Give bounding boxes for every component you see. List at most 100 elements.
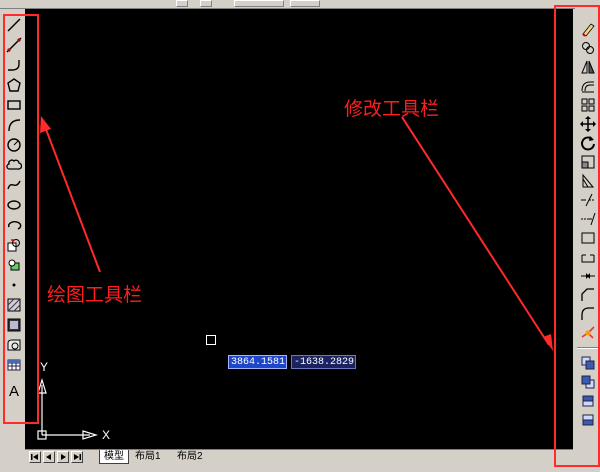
- last-tab-button[interactable]: [71, 451, 83, 463]
- ellipse-arc-icon: [7, 220, 22, 230]
- line-button[interactable]: [5, 16, 23, 34]
- revision-cloud-icon: [6, 159, 22, 170]
- layout-tabs-bar: 模型 布局1 布局2: [25, 449, 573, 465]
- move-button[interactable]: [579, 115, 597, 133]
- chamfer-button[interactable]: [579, 286, 597, 304]
- prev-icon: [46, 454, 51, 460]
- join-icon: [581, 273, 595, 279]
- construction-line-button[interactable]: [5, 36, 23, 54]
- fillet-icon: [581, 307, 594, 320]
- construction-line-icon: [6, 37, 22, 53]
- break-button[interactable]: [579, 248, 597, 266]
- make-block-icon: [8, 259, 20, 271]
- rectangle-icon: [7, 100, 21, 110]
- polygon-button[interactable]: [5, 76, 23, 94]
- arc-icon: [8, 119, 21, 132]
- erase-button[interactable]: [579, 20, 597, 38]
- offset-button[interactable]: [579, 77, 597, 95]
- ucs-x-label: X: [102, 428, 111, 442]
- array-button[interactable]: [579, 96, 597, 114]
- region-icon: [7, 339, 21, 351]
- send-to-back-button[interactable]: [579, 373, 597, 391]
- tab-layout1[interactable]: 布局1: [131, 450, 165, 464]
- toolbar-button[interactable]: [234, 0, 284, 7]
- extend-button[interactable]: [579, 210, 597, 228]
- break-at-point-button[interactable]: [579, 229, 597, 247]
- copy-button[interactable]: [579, 39, 597, 57]
- stretch-button[interactable]: [579, 172, 597, 190]
- trim-icon: [581, 193, 595, 207]
- insert-block-icon: [7, 239, 20, 252]
- draw-toolbar-annotation: 绘图工具栏: [47, 284, 143, 306]
- region-button[interactable]: [5, 336, 23, 354]
- array-icon: [581, 98, 595, 112]
- dynamic-input-x-field[interactable]: 3864.1581: [228, 355, 287, 369]
- dynamic-input-y-field[interactable]: -1638.2829: [291, 355, 356, 369]
- ellipse-arc-button[interactable]: [5, 216, 23, 234]
- circle-icon: [7, 138, 21, 152]
- point-button[interactable]: [5, 276, 23, 294]
- multiline-text-button[interactable]: A: [5, 382, 23, 400]
- break-at-point-icon: [581, 232, 595, 244]
- mirror-button[interactable]: [579, 58, 597, 76]
- spline-button[interactable]: [5, 176, 23, 194]
- spline-icon: [7, 180, 21, 190]
- modify-toolbar: [575, 8, 600, 468]
- last-icon: [74, 454, 81, 460]
- next-tab-button[interactable]: [57, 451, 69, 463]
- make-block-button[interactable]: [5, 256, 23, 274]
- arc-button[interactable]: [5, 116, 23, 134]
- rotate-icon: [581, 136, 595, 151]
- hatch-button[interactable]: [5, 296, 23, 314]
- polygon-icon: [7, 78, 21, 92]
- extend-icon: [581, 212, 596, 226]
- explode-button[interactable]: [579, 324, 597, 342]
- break-icon: [581, 254, 595, 263]
- polyline-icon: [8, 60, 20, 71]
- send-under-button[interactable]: [579, 411, 597, 429]
- toolbar-button[interactable]: [290, 0, 320, 7]
- toolbar-separator: [577, 347, 598, 349]
- rectangle-button[interactable]: [5, 96, 23, 114]
- first-tab-button[interactable]: [29, 451, 41, 463]
- gradient-button[interactable]: [5, 316, 23, 334]
- ellipse-icon: [7, 200, 21, 210]
- toolbar-button[interactable]: [176, 0, 188, 7]
- ucs-y-label: Y: [40, 360, 49, 374]
- modify-toolbar-annotation: 修改工具栏: [344, 98, 440, 120]
- scale-button[interactable]: [579, 153, 597, 171]
- hatch-icon: [7, 298, 21, 312]
- polyline-button[interactable]: [5, 56, 23, 74]
- trim-button[interactable]: [579, 191, 597, 209]
- join-button[interactable]: [579, 267, 597, 285]
- line-icon: [7, 18, 21, 32]
- prev-tab-button[interactable]: [43, 451, 55, 463]
- circle-button[interactable]: [5, 136, 23, 154]
- bring-above-icon: [582, 395, 594, 407]
- ellipse-button[interactable]: [5, 196, 23, 214]
- next-icon: [61, 454, 66, 460]
- insert-block-button[interactable]: [5, 236, 23, 254]
- bring-above-button[interactable]: [579, 392, 597, 410]
- send-under-icon: [582, 414, 594, 426]
- bring-to-front-icon: [581, 356, 595, 370]
- tab-model[interactable]: 模型: [99, 450, 129, 464]
- point-icon: [12, 283, 16, 287]
- draw-toolbar: A: [4, 14, 24, 424]
- offset-icon: [581, 81, 594, 93]
- chamfer-icon: [581, 288, 594, 301]
- pickbox-cursor: [206, 335, 216, 345]
- text-a-icon: A: [8, 382, 19, 400]
- erase-icon: [582, 23, 595, 37]
- toolbar-button[interactable]: [200, 0, 212, 7]
- table-button[interactable]: [5, 356, 23, 374]
- fillet-button[interactable]: [579, 305, 597, 323]
- tab-layout2[interactable]: 布局2: [173, 450, 207, 464]
- first-icon: [31, 454, 38, 460]
- revision-cloud-button[interactable]: [5, 156, 23, 174]
- explode-icon: [581, 326, 595, 339]
- rotate-button[interactable]: [579, 134, 597, 152]
- bring-to-front-button[interactable]: [579, 354, 597, 372]
- gradient-icon: [7, 318, 21, 332]
- send-to-back-icon: [581, 375, 595, 389]
